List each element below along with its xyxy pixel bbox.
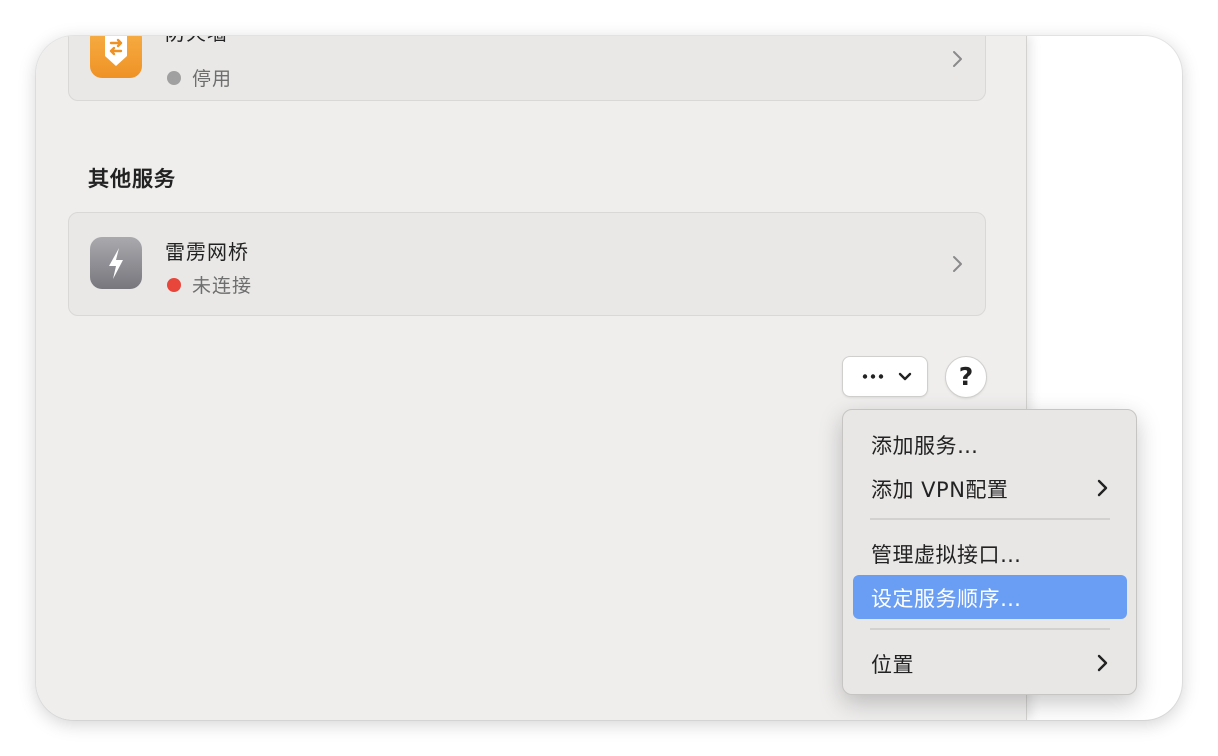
menu-separator bbox=[870, 628, 1110, 630]
menu-item-label: 设定服务顺序… bbox=[871, 587, 1022, 611]
thunderbolt-bridge-icon bbox=[90, 237, 142, 289]
menu-item-add-vpn-config[interactable]: 添加 VPN配置 bbox=[853, 466, 1127, 510]
menu-separator bbox=[870, 518, 1110, 520]
status-dot-icon bbox=[167, 277, 181, 292]
submenu-chevron-icon bbox=[1097, 479, 1108, 497]
network-settings-pane: 防火墙 停用 其他服务 雷雳网桥 未连接 bbox=[36, 36, 1137, 720]
firewall-status: 停用 bbox=[167, 64, 232, 91]
chevron-right-icon bbox=[953, 256, 962, 272]
chevron-right-icon bbox=[953, 51, 962, 67]
submenu-chevron-icon bbox=[1097, 654, 1108, 672]
firewall-shield-icon bbox=[90, 36, 142, 78]
menu-item-label: 位置 bbox=[871, 653, 914, 677]
more-actions-button[interactable] bbox=[842, 356, 928, 397]
menu-item-manage-virtual-interfaces[interactable]: 管理虚拟接口… bbox=[853, 531, 1127, 575]
firewall-title: 防火墙 bbox=[165, 36, 228, 46]
section-heading-other-services: 其他服务 bbox=[88, 167, 176, 191]
thunderbolt-bridge-row[interactable]: 雷雳网桥 未连接 bbox=[68, 212, 986, 316]
menu-item-label: 管理虚拟接口… bbox=[871, 543, 1022, 567]
menu-item-label: 添加服务… bbox=[871, 434, 979, 458]
menu-item-set-service-order[interactable]: 设定服务顺序… bbox=[853, 575, 1127, 619]
firewall-row[interactable]: 防火墙 停用 bbox=[68, 36, 986, 101]
thunderbolt-bridge-title: 雷雳网桥 bbox=[165, 240, 249, 264]
status-dot-icon bbox=[167, 70, 181, 85]
more-actions-menu: 添加服务… 添加 VPN配置 管理虚拟接口… 设定服务顺序… 位置 bbox=[842, 409, 1137, 695]
system-settings-window: 防火墙 停用 其他服务 雷雳网桥 未连接 bbox=[36, 36, 1182, 720]
thunderbolt-bridge-status-label: 未连接 bbox=[192, 275, 253, 297]
menu-item-label: 添加 VPN配置 bbox=[871, 478, 1009, 502]
help-button[interactable]: ? bbox=[945, 356, 987, 398]
thunderbolt-bridge-status: 未连接 bbox=[167, 271, 252, 298]
menu-item-add-service[interactable]: 添加服务… bbox=[853, 422, 1127, 466]
ellipsis-chevron-down-icon bbox=[862, 372, 912, 381]
firewall-status-label: 停用 bbox=[192, 68, 233, 90]
menu-item-location[interactable]: 位置 bbox=[853, 641, 1127, 685]
